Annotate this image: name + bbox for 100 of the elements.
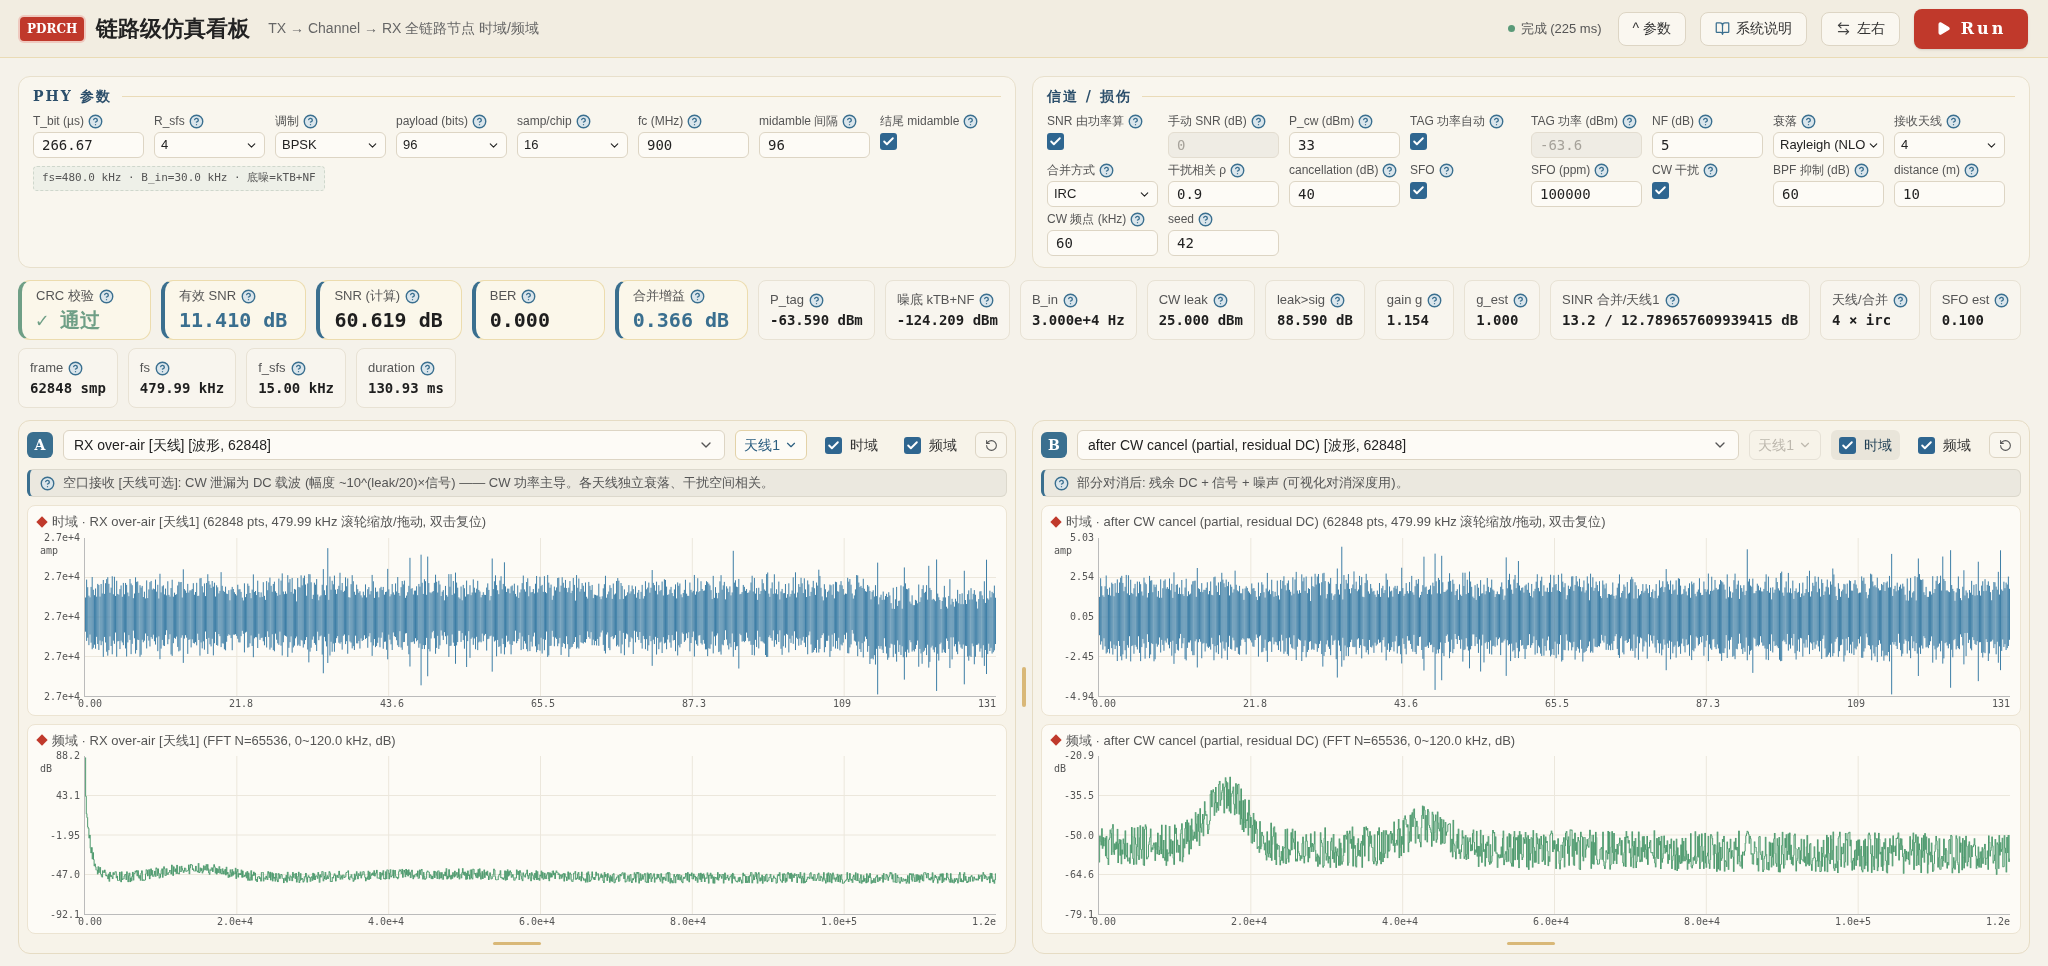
help-icon[interactable] bbox=[87, 113, 103, 129]
header-button[interactable]: 系统说明 bbox=[1700, 11, 1807, 46]
help-icon[interactable] bbox=[241, 288, 257, 304]
checkbox[interactable] bbox=[1839, 436, 1856, 454]
help-icon[interactable] bbox=[405, 288, 421, 304]
help-icon[interactable] bbox=[1198, 211, 1214, 227]
toggle-label[interactable]: 时域 bbox=[850, 434, 878, 456]
source-select[interactable]: after CW cancel (partial, residual DC) [波形, 62848] bbox=[1077, 430, 1740, 460]
select-field[interactable]: 16 bbox=[517, 132, 628, 158]
header-button[interactable]: 左右 bbox=[1821, 11, 1900, 46]
help-icon[interactable] bbox=[290, 360, 306, 376]
help-icon[interactable] bbox=[1099, 162, 1114, 178]
reset-button[interactable] bbox=[975, 432, 1007, 458]
input-field[interactable]: 60 bbox=[1047, 230, 1158, 256]
input-field[interactable]: 60 bbox=[1773, 181, 1884, 207]
checkbox[interactable] bbox=[1918, 436, 1935, 454]
help-icon[interactable] bbox=[1212, 292, 1228, 308]
toggle-label[interactable]: 频域 bbox=[929, 434, 957, 456]
input-field[interactable]: 100000 bbox=[1531, 181, 1642, 207]
help-icon[interactable] bbox=[689, 288, 705, 304]
input-field[interactable]: 96 bbox=[759, 132, 870, 158]
help-icon[interactable] bbox=[842, 113, 858, 129]
input-field[interactable]: 266.67 bbox=[33, 132, 144, 158]
select-field[interactable]: 96 bbox=[396, 132, 507, 158]
axis-tick-label: -64.6 bbox=[1063, 869, 1094, 882]
axis-unit: dB bbox=[1054, 763, 1067, 775]
check-icon bbox=[827, 438, 840, 452]
help-icon[interactable] bbox=[1892, 292, 1908, 308]
help-icon[interactable] bbox=[188, 113, 204, 129]
help-icon[interactable] bbox=[1438, 162, 1454, 178]
header-button[interactable]: ^ 参数 bbox=[1617, 11, 1686, 46]
help-icon[interactable] bbox=[1127, 113, 1143, 129]
select-field[interactable]: Rayleigh (NLO bbox=[1773, 132, 1884, 158]
select-field[interactable]: BPSK bbox=[275, 132, 386, 158]
checkbox[interactable] bbox=[1410, 182, 1427, 199]
source-select[interactable]: RX over-air [天线] [波形, 62848] bbox=[63, 430, 726, 460]
section-title: PHY 参数 bbox=[33, 87, 112, 106]
help-icon[interactable] bbox=[979, 292, 995, 308]
help-icon[interactable] bbox=[1382, 162, 1398, 178]
help-icon[interactable] bbox=[1427, 292, 1443, 308]
help-icon[interactable] bbox=[963, 113, 979, 129]
toggle-label[interactable]: 频域 bbox=[1943, 434, 1971, 456]
status-text: 完成 (225 ms) bbox=[1520, 19, 1602, 38]
checkbox[interactable] bbox=[825, 436, 842, 454]
help-icon[interactable] bbox=[1703, 162, 1719, 178]
help-icon[interactable] bbox=[1946, 113, 1961, 129]
help-icon[interactable] bbox=[1513, 292, 1529, 308]
help-icon[interactable] bbox=[575, 113, 591, 129]
field-label: 衰落 bbox=[1773, 113, 1797, 129]
reset-button[interactable] bbox=[1989, 432, 2021, 458]
help-icon[interactable] bbox=[1853, 162, 1869, 178]
checkbox[interactable] bbox=[904, 436, 921, 454]
metric-label: CW leak bbox=[1158, 291, 1208, 310]
help-icon[interactable] bbox=[303, 113, 318, 129]
select-field[interactable]: 4 bbox=[1894, 132, 2005, 158]
help-icon[interactable] bbox=[98, 288, 114, 304]
input-field[interactable]: 5 bbox=[1652, 132, 1763, 158]
metric-value: -63.590 dBm bbox=[770, 310, 863, 330]
input-field[interactable]: 0.9 bbox=[1168, 181, 1279, 207]
input-field[interactable]: 33 bbox=[1289, 132, 1400, 158]
help-icon[interactable] bbox=[1664, 292, 1680, 308]
help-icon[interactable] bbox=[420, 360, 435, 376]
help-icon[interactable] bbox=[687, 113, 703, 129]
help-icon[interactable] bbox=[1063, 292, 1078, 308]
run-button[interactable]: Run bbox=[1914, 8, 2028, 49]
antenna-select[interactable]: 天线1 bbox=[735, 430, 807, 460]
help-icon[interactable] bbox=[1358, 113, 1374, 129]
help-icon[interactable] bbox=[1801, 113, 1816, 129]
axis-tick-label: 43.1 bbox=[55, 789, 80, 802]
help-icon[interactable] bbox=[1130, 211, 1146, 227]
checkbox[interactable] bbox=[880, 133, 897, 150]
help-icon[interactable] bbox=[1054, 475, 1069, 491]
help-icon[interactable] bbox=[521, 288, 537, 304]
help-icon[interactable] bbox=[809, 292, 825, 308]
checkbox[interactable] bbox=[1652, 182, 1669, 199]
input-field[interactable]: 900 bbox=[638, 132, 749, 158]
input-field[interactable]: 42 bbox=[1168, 230, 1279, 256]
select-field[interactable]: 4 bbox=[154, 132, 265, 158]
resize-handle[interactable] bbox=[493, 942, 541, 945]
select-field[interactable]: IRC bbox=[1047, 181, 1158, 207]
help-icon[interactable] bbox=[1330, 292, 1346, 308]
help-icon[interactable] bbox=[1698, 113, 1713, 129]
checkbox[interactable] bbox=[1410, 133, 1427, 150]
input-field[interactable]: 10 bbox=[1894, 181, 2005, 207]
help-icon[interactable] bbox=[1964, 162, 1980, 178]
check-icon bbox=[1412, 184, 1425, 197]
help-icon[interactable] bbox=[1489, 113, 1505, 129]
resize-handle[interactable] bbox=[1022, 667, 1026, 707]
help-icon[interactable] bbox=[1594, 162, 1610, 178]
help-icon[interactable] bbox=[1250, 113, 1266, 129]
input-field[interactable]: 40 bbox=[1289, 181, 1400, 207]
resize-handle[interactable] bbox=[1507, 942, 1555, 945]
help-icon[interactable] bbox=[155, 360, 170, 376]
help-icon[interactable] bbox=[1230, 162, 1246, 178]
help-icon[interactable] bbox=[1622, 113, 1638, 129]
help-icon[interactable] bbox=[40, 475, 55, 491]
help-icon[interactable] bbox=[1994, 292, 2010, 308]
help-icon[interactable] bbox=[472, 113, 488, 129]
checkbox[interactable] bbox=[1047, 133, 1064, 150]
help-icon[interactable] bbox=[68, 360, 84, 376]
